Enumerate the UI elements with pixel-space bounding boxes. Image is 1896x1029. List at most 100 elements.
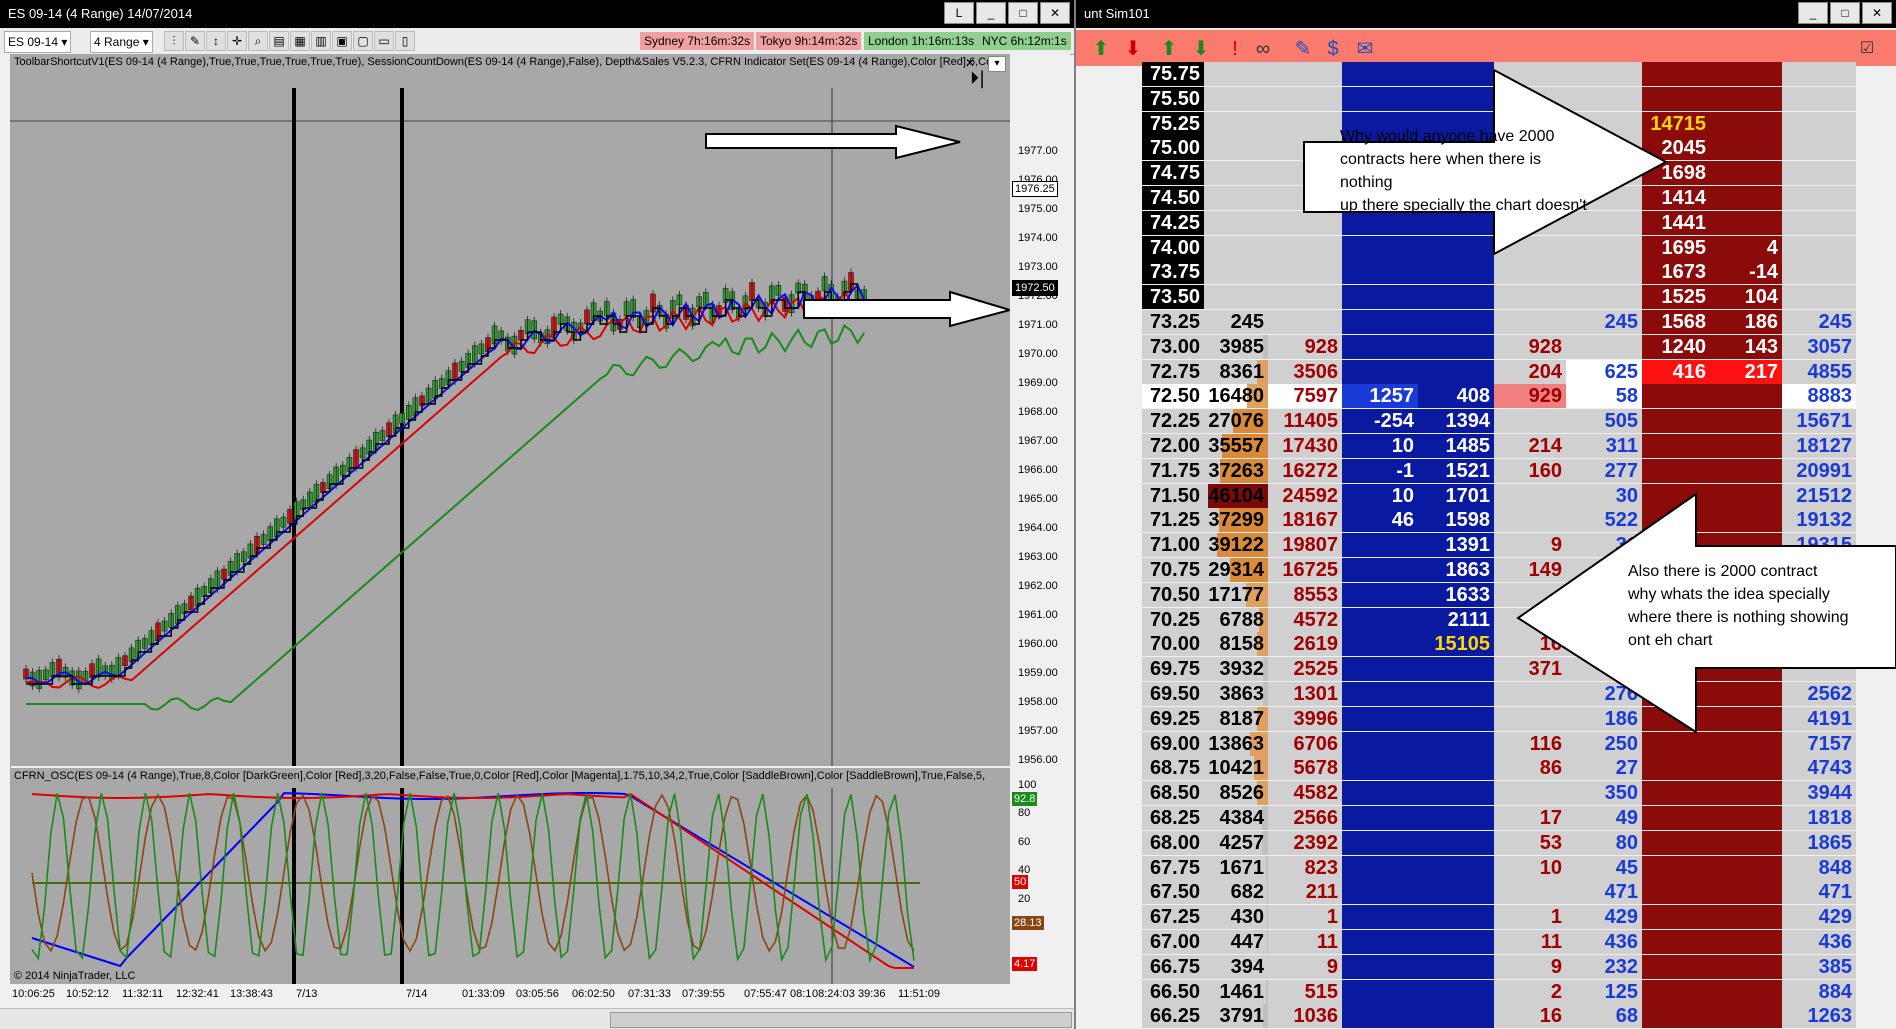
dom-cell-c2[interactable]: 27076 (1204, 409, 1268, 434)
dom-row[interactable]: 72.00 35557 17430 10 1485 214 311 18127 (1076, 434, 1896, 458)
dom-cell-c2[interactable]: 3863 (1204, 682, 1268, 706)
dom-cell-c10[interactable]: 20991 (1782, 458, 1856, 483)
dom-cell-ask[interactable] (1642, 806, 1710, 830)
dom-cell-c6[interactable]: 17 (1494, 806, 1566, 830)
dom-cell-c10[interactable] (1782, 210, 1856, 235)
dom-cell-c7[interactable] (1566, 235, 1642, 260)
dom-cell-c7[interactable] (1566, 657, 1642, 682)
dom-cell-c7[interactable]: 522 (1566, 508, 1642, 533)
dom-cell-c2[interactable] (1204, 161, 1268, 186)
dom-cell-c9[interactable] (1710, 930, 1782, 954)
dom-cell-ask[interactable] (1642, 781, 1710, 806)
dom-cell-c4[interactable] (1342, 310, 1418, 334)
dom-row[interactable]: 69.75 3932 2525 371 (1076, 657, 1896, 682)
dom-cell-c2[interactable]: 39122 (1204, 533, 1268, 558)
dom-cell-c5[interactable] (1418, 905, 1494, 930)
dom-cell-c9[interactable] (1710, 62, 1782, 86)
dom-cell-c2[interactable]: 8187 (1204, 706, 1268, 731)
zoom-icon[interactable]: ⌕ (248, 31, 268, 51)
dom-cell-c3[interactable]: 16272 (1268, 458, 1342, 483)
dom-cell-c6[interactable] (1494, 310, 1566, 334)
dom-cell-c7[interactable]: 471 (1566, 880, 1642, 905)
dom-row[interactable]: 75.75 (1076, 62, 1896, 86)
dom-cell-c9[interactable] (1710, 384, 1782, 409)
dom-cell-c2[interactable]: 8361 (1204, 359, 1268, 384)
dom-cell-c7[interactable]: 429 (1566, 905, 1642, 930)
dom-cell-c10[interactable]: 3944 (1782, 781, 1856, 806)
dom-cell-c3[interactable]: 1 (1268, 905, 1342, 930)
dom-cell-c6[interactable]: 9 (1494, 533, 1566, 558)
dom-cell-c9[interactable] (1710, 409, 1782, 434)
dom-cell-c4[interactable] (1342, 62, 1418, 86)
dom-cell-c3[interactable]: 1036 (1268, 1004, 1342, 1029)
dom-cell-c3[interactable]: 9 (1268, 954, 1342, 979)
dom-cell-c9[interactable] (1710, 434, 1782, 458)
dom-cell-c3[interactable] (1268, 86, 1342, 111)
arrow-up-icon[interactable]: ⬆ (1088, 36, 1114, 62)
dom-cell-c3[interactable]: 2525 (1268, 657, 1342, 682)
dom-cell-c3[interactable]: 2619 (1268, 632, 1342, 657)
dom-row[interactable]: 71.50 46104 24592 10 1701 30 21512 (1076, 483, 1896, 508)
dom-cell-ask[interactable]: 14715 (1642, 111, 1710, 136)
dom-row[interactable]: 71.25 37299 18167 46 1598 522 19132 (1076, 508, 1896, 533)
dom-cell-c5[interactable] (1418, 756, 1494, 781)
dom-cell-c4[interactable] (1342, 359, 1418, 384)
dom-cell-c10[interactable] (1782, 657, 1856, 682)
dom-cell-ask[interactable] (1642, 682, 1710, 706)
dom-cell-c4[interactable] (1342, 235, 1418, 260)
dom-row[interactable]: 71.75 37263 16272 -1 1521 160 277 20991 (1076, 458, 1896, 483)
dom-cell-c3[interactable]: 7597 (1268, 384, 1342, 409)
arrow-down-icon[interactable]: ⬇ (1120, 36, 1146, 62)
dom-cell-c3[interactable]: 2392 (1268, 830, 1342, 855)
dom-cell-c7[interactable]: 245 (1566, 310, 1642, 334)
dom-cell-c4[interactable] (1342, 830, 1418, 855)
dom-cell-c7[interactable] (1566, 260, 1642, 285)
dom-cell-c10[interactable] (1782, 161, 1856, 186)
dom-cell-c2[interactable]: 6788 (1204, 607, 1268, 632)
dom-cell-c7[interactable]: 58 (1566, 384, 1642, 409)
dom-cell-ask[interactable] (1642, 62, 1710, 86)
dom-cell-c3[interactable]: 11405 (1268, 409, 1342, 434)
dom-cell-c9[interactable]: 143 (1710, 334, 1782, 359)
dom-cell-c10[interactable] (1782, 235, 1856, 260)
dom-cell-c4[interactable] (1342, 582, 1418, 607)
dom-row[interactable]: 67.00 447 11 11 436 436 (1076, 930, 1896, 954)
dom-cell-c6[interactable] (1494, 235, 1566, 260)
link-button[interactable]: L (944, 2, 974, 24)
dom-cell-c2[interactable]: 8158 (1204, 632, 1268, 657)
dom-cell-c5[interactable]: 1598 (1418, 508, 1494, 533)
dom-cell-ask[interactable] (1642, 979, 1710, 1004)
dom-cell-c6[interactable] (1494, 260, 1566, 285)
dom-cell-c3[interactable]: 19807 (1268, 533, 1342, 558)
dom-cell-c5[interactable] (1418, 806, 1494, 830)
dom-cell-c10[interactable]: 18127 (1782, 434, 1856, 458)
dom-cell-c10[interactable]: 3057 (1782, 334, 1856, 359)
dom-cell-c5[interactable] (1418, 359, 1494, 384)
dom-cell-c2[interactable]: 682 (1204, 880, 1268, 905)
dom-cell-c9[interactable] (1710, 682, 1782, 706)
dom-cell-ask[interactable] (1642, 905, 1710, 930)
dom-cell-c5[interactable] (1418, 86, 1494, 111)
wrench-icon[interactable]: ✎ (1290, 36, 1316, 62)
dom-cell-c10[interactable]: 8883 (1782, 384, 1856, 409)
dom-cell-c2[interactable] (1204, 285, 1268, 310)
dom-cell-c9[interactable] (1710, 731, 1782, 756)
dom-cell-ask[interactable]: 1673 (1642, 260, 1710, 285)
dom-cell-c5[interactable]: 1391 (1418, 533, 1494, 558)
dom-cell-c10[interactable]: 19315 (1782, 533, 1856, 558)
dom-cell-c2[interactable] (1204, 86, 1268, 111)
dom-cell-ask[interactable]: 1525 (1642, 285, 1710, 310)
dom-cell-c7[interactable]: 277 (1566, 458, 1642, 483)
dom-cell-c4[interactable]: 46 (1342, 508, 1418, 533)
dom-cell-c10[interactable] (1782, 186, 1856, 210)
dom-cell-c7[interactable]: 27 (1566, 756, 1642, 781)
dom-cell-ask[interactable] (1642, 434, 1710, 458)
dom-cell-c6[interactable]: 1 (1494, 905, 1566, 930)
dom-cell-c2[interactable] (1204, 186, 1268, 210)
dom-cell-c3[interactable] (1268, 310, 1342, 334)
dom-cell-c4[interactable] (1342, 632, 1418, 657)
dom-cell-c9[interactable] (1710, 458, 1782, 483)
dom-cell-c3[interactable]: 823 (1268, 855, 1342, 880)
dom-cell-c4[interactable] (1342, 781, 1418, 806)
dom-cell-c6[interactable]: 160 (1494, 458, 1566, 483)
